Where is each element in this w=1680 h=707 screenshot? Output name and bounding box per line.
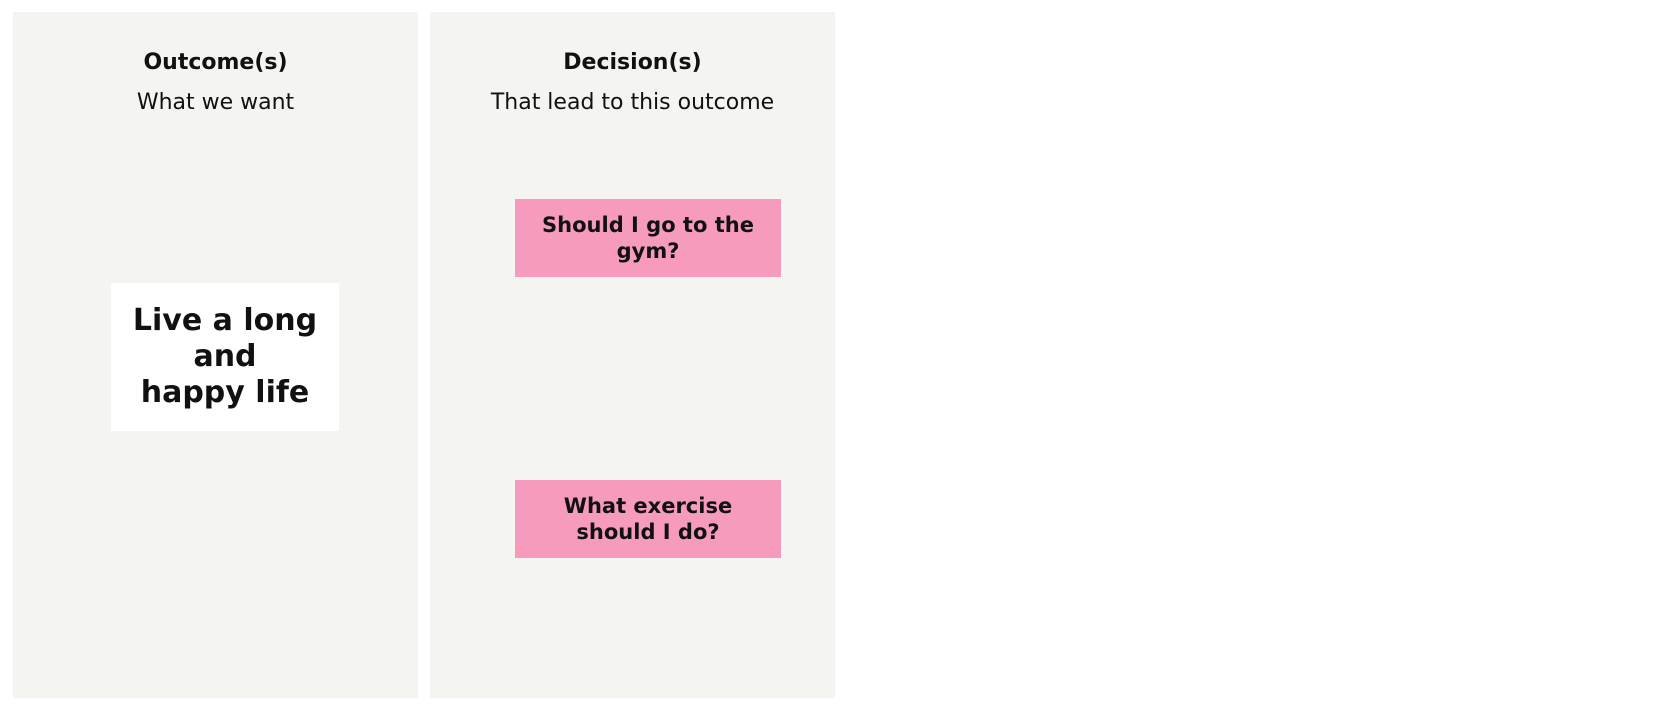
decisions-column: Decision(s) That lead to this outcome Sh… (430, 12, 835, 698)
board: Outcome(s) What we want Live a long and … (0, 0, 1680, 707)
decision-card-gym[interactable]: Should I go to the gym? (515, 199, 781, 277)
outcomes-column-subtitle: What we want (136, 90, 295, 115)
outcomes-column-title: Outcome(s) (143, 50, 288, 75)
outcomes-column: Outcome(s) What we want Live a long and … (13, 12, 418, 698)
decisions-column-subtitle: That lead to this outcome (490, 90, 775, 115)
decisions-column-title: Decision(s) (563, 50, 702, 75)
decision-card-exercise[interactable]: What exercise should I do? (515, 480, 781, 558)
outcome-card[interactable]: Live a long and happy life (111, 283, 339, 431)
